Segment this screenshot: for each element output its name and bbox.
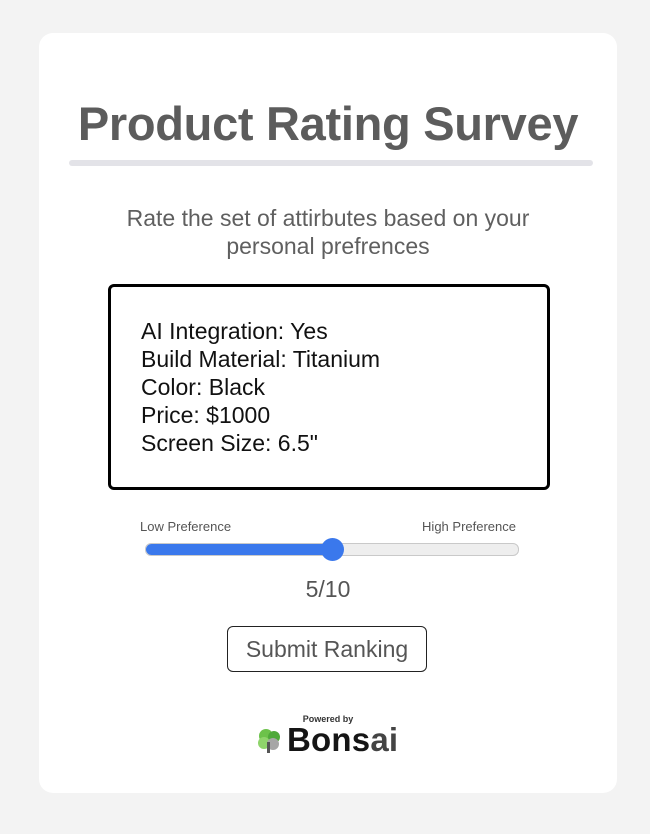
slider-low-label: Low Preference [140,519,232,534]
page-title: Product Rating Survey [77,97,579,150]
brand-name: Bonsai [287,721,398,759]
bonsai-brand[interactable]: Bonsai [256,721,398,759]
attribute-item: AI Integration: Yes [141,318,328,344]
brand-name-main: Bons [287,721,371,758]
attribute-item: Color: Black [141,374,265,400]
attribute-item: Build Material: Titanium [141,346,381,372]
slider-thumb[interactable] [320,538,344,561]
attribute-list: AI Integration: Yes Build Material: Tita… [141,317,380,457]
attribute-item: Screen Size: 6.5" [141,430,318,456]
survey-card: Product Rating Survey Rate the set of at… [39,33,617,793]
brand-name-tail: ai [370,721,399,758]
survey-instructions: Rate the set of attirbutes based on your… [126,205,530,259]
slider-value: 5/10 [305,576,351,602]
slider-high-label: High Preference [422,519,516,534]
title-divider [69,160,593,166]
submit-ranking-button[interactable]: Submit Ranking [227,626,427,672]
bonsai-tree-icon [258,729,280,753]
preference-slider[interactable] [145,538,519,561]
slider-fill [146,544,332,555]
attribute-item: Price: $1000 [141,402,271,428]
attribute-box: AI Integration: Yes Build Material: Tita… [108,284,550,490]
